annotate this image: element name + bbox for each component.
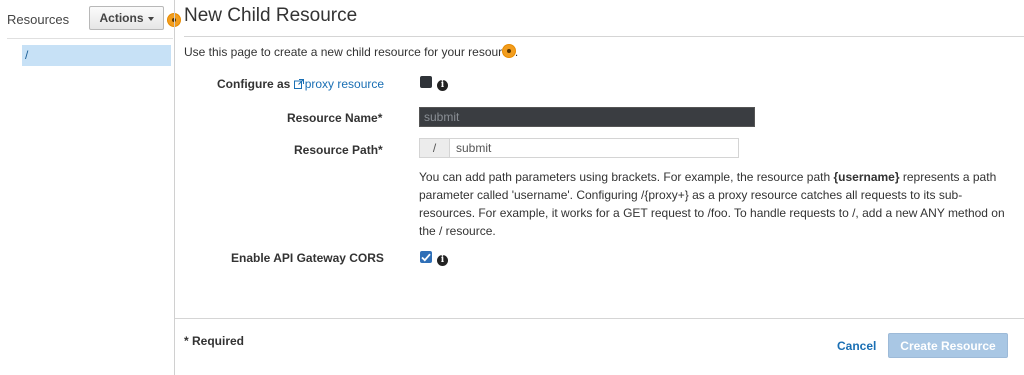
configure-as-label: Configure as proxy resource [217,77,384,91]
title-divider [184,36,1024,37]
configure-as-text: Configure as [217,77,291,91]
intro-text: Use this page to create a new child reso… [184,45,519,59]
proxy-resource-link-text: proxy resource [304,77,385,91]
enable-cors-label: Enable API Gateway CORS [231,251,384,265]
footer-divider [175,318,1024,319]
resource-path-input[interactable] [449,138,739,158]
required-note: * Required [184,334,245,348]
resource-path-prefix: / [419,138,449,158]
actions-button[interactable]: Actions [89,6,164,30]
path-help-example: {username} [833,170,900,184]
resource-tree-item-root[interactable]: / [22,45,171,66]
page-title: New Child Resource [184,5,358,26]
checkmark-icon [421,253,431,262]
actions-label: Actions [99,11,144,25]
info-icon[interactable]: i [437,80,448,91]
proxy-resource-link[interactable]: proxy resource [293,77,385,91]
path-help-text: You can add path parameters using bracke… [419,168,1009,240]
sidebar-title: Resources [7,12,70,27]
caret-down-icon [147,16,154,21]
proxy-resource-checkbox[interactable] [420,76,432,88]
resource-name-input[interactable] [419,107,755,127]
resource-name-label: Resource Name* [287,111,383,125]
path-help-part1: You can add path parameters using bracke… [419,170,834,184]
resource-path-label: Resource Path* [294,143,383,157]
cancel-button[interactable]: Cancel [837,339,876,353]
external-link-icon [293,79,304,89]
create-resource-button[interactable]: Create Resource [888,333,1008,358]
enable-cors-checkbox[interactable] [420,251,432,263]
info-icon[interactable]: i [437,255,448,266]
help-dot-icon[interactable] [503,45,515,57]
sidebar-divider [7,38,173,39]
